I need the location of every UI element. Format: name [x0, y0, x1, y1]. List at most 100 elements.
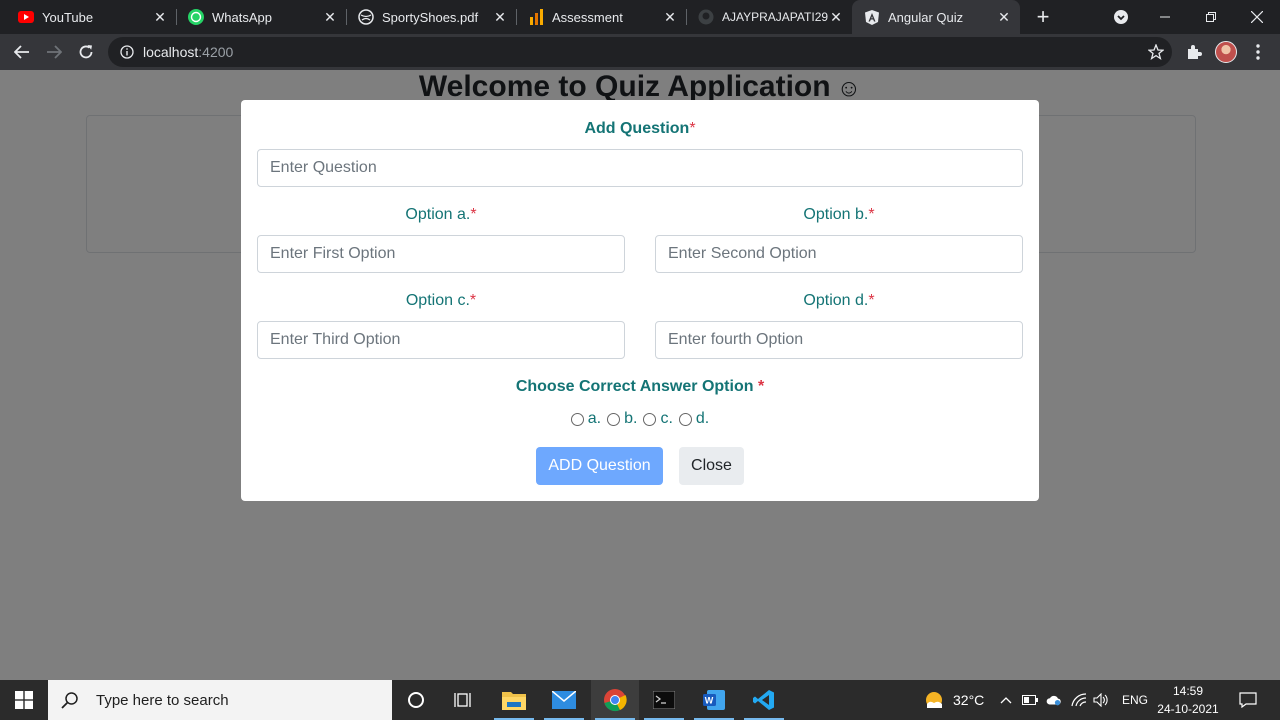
answer-label: Choose Correct Answer Option *	[241, 378, 1039, 396]
search-placeholder: Type here to search	[96, 691, 229, 709]
address-bar[interactable]: localhost:4200	[108, 37, 1172, 67]
option-c-label-text: Option c.	[405, 292, 470, 309]
word-icon[interactable]: W	[690, 680, 738, 720]
radio-b[interactable]	[607, 412, 621, 426]
vscode-icon[interactable]	[740, 680, 788, 720]
svg-text:W: W	[705, 696, 714, 706]
answer-radio-group: a. b. c. d.	[241, 410, 1039, 428]
notification-icon[interactable]	[1238, 690, 1258, 710]
windows-start-icon[interactable]	[0, 680, 48, 720]
close-icon[interactable]: ✕	[828, 9, 844, 25]
angular-icon	[864, 9, 880, 25]
weather-sun-icon[interactable]	[924, 690, 944, 710]
clock-date: 24-10-2021	[1157, 702, 1219, 716]
option-c-label: Option c.*	[257, 292, 625, 310]
answer-option-c[interactable]: c.	[643, 410, 673, 428]
option-a-input[interactable]	[257, 235, 625, 273]
new-tab-plus-icon[interactable]: +	[1031, 4, 1055, 29]
required-marker: *	[469, 292, 477, 309]
clock-time: 14:59	[1172, 684, 1204, 698]
answer-option-b[interactable]: b.	[607, 410, 637, 428]
mail-icon[interactable]	[540, 680, 588, 720]
language-indicator[interactable]: ENG	[1122, 693, 1148, 707]
tab-title: SportyShoes.pdf	[382, 9, 479, 25]
radio-a-label: a.	[587, 410, 602, 427]
minimize-icon[interactable]	[1142, 0, 1188, 34]
taskbar-clock[interactable]: 14:59 24-10-2021	[1150, 682, 1226, 718]
close-icon[interactable]: ✕	[152, 9, 168, 25]
radio-d-label: d.	[695, 410, 710, 427]
close-icon[interactable]: ✕	[996, 9, 1012, 25]
option-a-label-text: Option a.	[405, 206, 471, 223]
tab-angular-quiz[interactable]: Angular Quiz ✕	[852, 0, 1020, 34]
browser-toolbar: localhost:4200	[0, 34, 1280, 70]
chrome-menu-icon[interactable]	[1248, 42, 1268, 62]
answer-label-text: Choose Correct Answer Option	[515, 378, 754, 395]
tab-title: Angular Quiz	[888, 9, 964, 25]
option-b-label-text: Option b.	[803, 206, 869, 223]
radio-c-label: c.	[660, 410, 673, 427]
tab-title: Assessment	[552, 9, 623, 25]
file-explorer-icon[interactable]	[490, 680, 538, 720]
close-icon[interactable]: ✕	[662, 9, 678, 25]
required-marker: *	[868, 292, 875, 309]
youtube-icon	[18, 9, 34, 25]
radio-c[interactable]	[643, 412, 657, 426]
wifi-icon[interactable]	[1071, 692, 1087, 708]
add-question-button[interactable]: ADD Question	[536, 447, 663, 485]
windows-taskbar: Type here to search W 32°C ENG 14:59 24-…	[0, 680, 1280, 720]
close-icon[interactable]: ✕	[322, 9, 338, 25]
weather-temperature[interactable]: 32°C	[953, 692, 984, 708]
required-marker: *	[868, 206, 875, 223]
volume-icon[interactable]	[1093, 692, 1109, 708]
tab-title: AJAYPRAJAPATI291	[722, 10, 828, 24]
answer-option-a[interactable]: a.	[570, 410, 602, 428]
required-marker: *	[470, 206, 477, 223]
task-view-icon[interactable]	[440, 680, 488, 720]
option-b-input[interactable]	[655, 235, 1023, 273]
url-port: :4200	[198, 44, 234, 60]
extensions-puzzle-icon[interactable]	[1184, 42, 1204, 62]
reload-icon[interactable]	[72, 38, 100, 66]
chevron-up-icon[interactable]	[998, 692, 1014, 708]
bookmark-star-icon[interactable]	[1147, 43, 1165, 60]
globe-icon	[358, 9, 374, 25]
terminal-icon[interactable]	[640, 680, 688, 720]
back-arrow-icon[interactable]	[8, 38, 36, 66]
radio-d[interactable]	[678, 412, 692, 426]
option-d-label-text: Option d.	[803, 292, 869, 309]
option-c-input[interactable]	[257, 321, 625, 359]
tab-title: WhatsApp	[212, 9, 272, 25]
search-icon	[60, 690, 80, 710]
close-window-icon[interactable]	[1234, 0, 1280, 34]
tab-whatsapp[interactable]: WhatsApp ✕	[176, 0, 346, 34]
close-button[interactable]: Close	[679, 447, 744, 485]
profile-avatar[interactable]	[1215, 41, 1237, 63]
taskbar-search-box[interactable]: Type here to search	[48, 680, 392, 720]
analytics-icon	[528, 9, 544, 25]
tab-assessment[interactable]: Assessment ✕	[516, 0, 686, 34]
forward-arrow-icon[interactable]	[40, 38, 68, 66]
onedrive-cloud-icon[interactable]	[1046, 692, 1062, 708]
required-marker: *	[757, 378, 765, 395]
option-d-input[interactable]	[655, 321, 1023, 359]
tab-search-icon[interactable]	[1098, 0, 1144, 34]
option-a-label: Option a.*	[257, 206, 625, 224]
tab-sportyshoes[interactable]: SportyShoes.pdf ✕	[346, 0, 516, 34]
answer-option-d[interactable]: d.	[678, 410, 710, 428]
option-d-label: Option d.*	[655, 292, 1023, 310]
restore-icon[interactable]	[1188, 0, 1234, 34]
url-host: localhost	[143, 44, 199, 60]
chrome-icon[interactable]	[591, 680, 639, 720]
radio-a[interactable]	[570, 412, 584, 426]
option-b-label: Option b.*	[655, 206, 1023, 224]
url-text: localhost:4200	[143, 44, 233, 60]
tab-youtube[interactable]: YouTube ✕	[0, 0, 176, 34]
info-icon[interactable]	[119, 44, 135, 60]
close-icon[interactable]: ✕	[492, 9, 508, 25]
battery-icon[interactable]	[1022, 692, 1038, 708]
cortana-circle-icon[interactable]	[392, 680, 440, 720]
tab-github[interactable]: AJAYPRAJAPATI291 ✕	[686, 0, 852, 34]
question-input[interactable]	[257, 149, 1023, 187]
required-marker: *	[689, 120, 696, 137]
